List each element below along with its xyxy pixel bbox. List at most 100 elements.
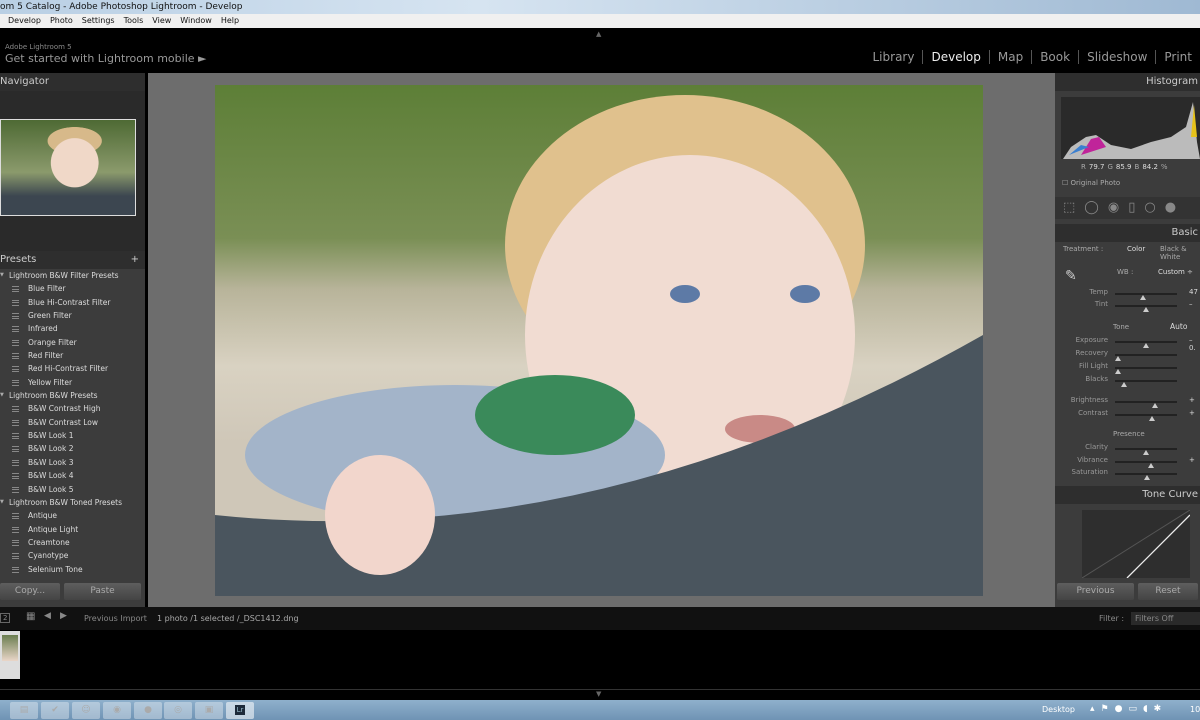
filmstrip-source[interactable]: Previous Import: [84, 614, 147, 623]
secondary-window-button[interactable]: 2: [0, 613, 11, 623]
slider-track[interactable]: [1115, 380, 1177, 387]
preset-folder[interactable]: Lightroom B&W Toned Presets: [0, 496, 145, 510]
treatment-color[interactable]: Color: [1127, 245, 1145, 253]
slider-contrast[interactable]: Contrast +: [1055, 409, 1200, 421]
tone-curve-graph[interactable]: [1082, 510, 1190, 578]
navigator-preview[interactable]: [0, 91, 145, 251]
mail-icon[interactable]: ✔: [41, 702, 69, 719]
preset-item[interactable]: Yellow Filter: [0, 376, 145, 389]
forward-arrow-icon[interactable]: ▶: [60, 611, 67, 621]
preset-item[interactable]: B&W Contrast Low: [0, 416, 145, 429]
paste-button[interactable]: Paste: [64, 583, 141, 600]
menu-develop[interactable]: Develop: [8, 14, 41, 28]
previous-button[interactable]: Previous: [1057, 583, 1134, 600]
preset-folder[interactable]: Lightroom B&W Filter Presets: [0, 269, 145, 283]
slider-tint[interactable]: Tint –: [1055, 300, 1200, 312]
module-develop[interactable]: Develop: [922, 50, 988, 64]
basic-header[interactable]: Basic: [1055, 224, 1200, 242]
preset-item[interactable]: B&W Look 3: [0, 456, 145, 469]
preset-item[interactable]: Infrared: [0, 322, 145, 335]
slider-track[interactable]: [1115, 341, 1177, 348]
slider-knob[interactable]: [1144, 475, 1151, 480]
slider-track[interactable]: [1115, 401, 1177, 408]
reset-button[interactable]: Reset: [1138, 583, 1198, 600]
slider-knob[interactable]: [1143, 450, 1149, 455]
slider-clarity[interactable]: Clarity: [1055, 443, 1200, 455]
tray-icons[interactable]: ▴⚑●▭◖✱: [1090, 703, 1167, 715]
preset-item[interactable]: Orange Filter: [0, 336, 145, 349]
slider-track[interactable]: [1115, 461, 1177, 468]
wb-eyedropper-icon[interactable]: ✎: [1065, 268, 1077, 284]
tone-curve-header[interactable]: Tone Curve: [1055, 486, 1200, 504]
radial-filter-icon[interactable]: ○: [1144, 197, 1155, 219]
slider-track[interactable]: [1115, 305, 1177, 312]
spot-removal-icon[interactable]: ◯: [1084, 197, 1099, 219]
module-book[interactable]: Book: [1031, 50, 1078, 64]
add-preset-button[interactable]: +: [131, 251, 139, 269]
slider-knob[interactable]: [1115, 356, 1122, 361]
filmstrip-info[interactable]: 1 photo /1 selected /_DSC1412.dng: [157, 614, 299, 623]
module-print[interactable]: Print: [1155, 50, 1200, 64]
menu-help[interactable]: Help: [221, 14, 239, 28]
preset-item[interactable]: B&W Look 5: [0, 483, 145, 496]
slider-knob[interactable]: [1121, 382, 1128, 387]
slider-knob[interactable]: [1152, 403, 1159, 408]
slider-track[interactable]: [1115, 367, 1177, 374]
adjustment-brush-icon[interactable]: ●: [1165, 197, 1176, 219]
collapse-top-icon[interactable]: ▲: [596, 30, 601, 38]
preset-item[interactable]: Red Hi-Contrast Filter: [0, 362, 145, 375]
wb-select[interactable]: Custom ÷: [1158, 268, 1193, 276]
photo-image[interactable]: [215, 85, 983, 596]
slider-recovery[interactable]: Recovery: [1055, 349, 1200, 361]
slider-track[interactable]: [1115, 414, 1177, 421]
slider-vibrance[interactable]: Vibrance +: [1055, 456, 1200, 468]
slider-knob[interactable]: [1143, 343, 1149, 348]
explorer-icon[interactable]: ▤: [10, 702, 38, 719]
module-slideshow[interactable]: Slideshow: [1078, 50, 1155, 64]
preset-item[interactable]: Cyanotype: [0, 549, 145, 562]
preset-item[interactable]: Antique: [0, 509, 145, 522]
preset-item[interactable]: Antique Light: [0, 523, 145, 536]
menu-window[interactable]: Window: [180, 14, 212, 28]
slider-temp[interactable]: Temp 47: [1055, 288, 1200, 300]
app-icon[interactable]: ☺: [72, 702, 100, 719]
auto-tone-button[interactable]: Auto: [1170, 322, 1187, 331]
firefox-icon[interactable]: ◉: [103, 702, 131, 719]
preset-item[interactable]: B&W Look 2: [0, 442, 145, 455]
preset-item[interactable]: B&W Look 1: [0, 429, 145, 442]
menu-view[interactable]: View: [152, 14, 171, 28]
module-library[interactable]: Library: [865, 50, 923, 64]
clock[interactable]: 10: [1190, 705, 1200, 715]
slider-exposure[interactable]: Exposure – 0.: [1055, 336, 1200, 352]
app4-icon[interactable]: ▣: [195, 702, 223, 719]
treatment-bw[interactable]: Black & White: [1160, 245, 1200, 261]
menu-settings[interactable]: Settings: [82, 14, 115, 28]
menu-tools[interactable]: Tools: [124, 14, 144, 28]
slider-knob[interactable]: [1143, 307, 1149, 312]
slider-brightness[interactable]: Brightness +: [1055, 396, 1200, 408]
desktop-toolbar[interactable]: Desktop: [1042, 705, 1075, 715]
slider-knob[interactable]: [1115, 369, 1122, 374]
back-arrow-icon[interactable]: ◀: [44, 611, 51, 621]
filter-select[interactable]: Filters Off: [1131, 612, 1200, 625]
preset-item[interactable]: Blue Filter: [0, 282, 145, 295]
slider-saturation[interactable]: Saturation: [1055, 468, 1200, 480]
slider-knob[interactable]: [1149, 416, 1156, 421]
presets-header[interactable]: Presets +: [0, 251, 145, 269]
module-map[interactable]: Map: [988, 50, 1031, 64]
slider-blacks[interactable]: Blacks: [1055, 375, 1200, 387]
grid-view-icon[interactable]: ▦: [26, 611, 35, 622]
red-eye-icon[interactable]: ◉: [1108, 197, 1119, 219]
histogram-chart[interactable]: [1061, 97, 1200, 159]
preset-item[interactable]: Green Filter: [0, 309, 145, 322]
copy-button[interactable]: Copy...: [0, 583, 60, 600]
preset-item[interactable]: Selenium Tone: [0, 563, 145, 576]
preset-item[interactable]: Creamtone: [0, 536, 145, 549]
collapse-bottom-icon[interactable]: ▼: [596, 690, 601, 699]
crop-tool-icon[interactable]: ⬚: [1063, 197, 1075, 219]
app2-icon[interactable]: ●: [134, 702, 162, 719]
lightroom-mobile-link[interactable]: Get started with Lightroom mobile ►: [5, 52, 206, 65]
slider-track[interactable]: [1115, 448, 1177, 455]
preset-folder[interactable]: Lightroom B&W Presets: [0, 389, 145, 403]
preset-item[interactable]: Red Filter: [0, 349, 145, 362]
